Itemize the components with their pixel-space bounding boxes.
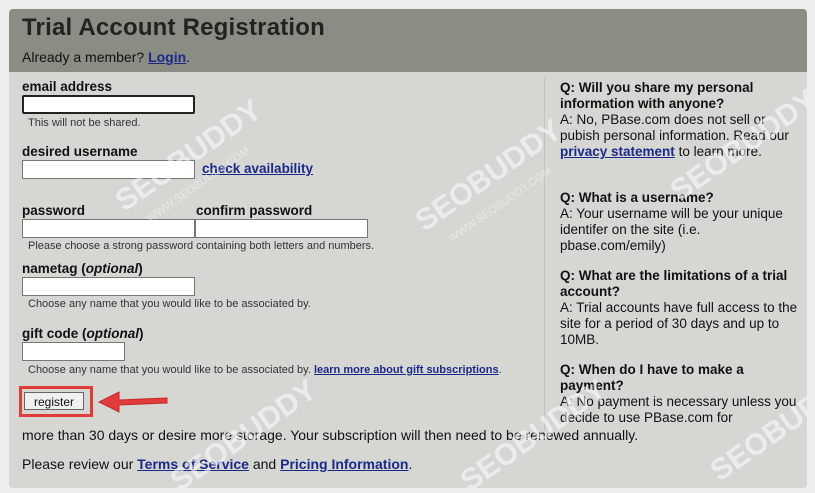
page-header: Trial Account Registration Already a mem… (9, 9, 807, 72)
faq-answer-text: A: No, PBase.com does not sell or pubish… (560, 112, 789, 143)
login-link[interactable]: Login (148, 49, 186, 65)
password-label: password (22, 203, 86, 218)
password-hint: Please choose a strong password containi… (28, 240, 375, 252)
faq-item-privacy: Q: Will you share my personal informatio… (560, 80, 800, 160)
faq-item-limitations: Q: What are the limitations of a trial a… (560, 268, 800, 348)
faq-question: Q: When do I have to make a payment? (560, 362, 744, 393)
member-line: Already a member? Login. (22, 49, 190, 65)
register-button[interactable]: register (24, 392, 84, 410)
confirm-password-label: confirm password (196, 203, 313, 218)
nametag-label: nametag (optional) (22, 261, 143, 276)
email-input[interactable] (22, 95, 195, 114)
nametag-hint: Choose any name that you would like to b… (28, 298, 311, 310)
giftcode-hint-line: Choose any name that you would like to b… (28, 364, 502, 376)
email-hint: This will not be shared. (28, 117, 141, 129)
check-availability-link[interactable]: check availability (202, 161, 313, 176)
member-prefix: Already a member? (22, 49, 145, 65)
faq-answer: A: No, PBase.com does not sell or pubish… (560, 112, 800, 160)
password-input[interactable] (22, 219, 195, 238)
faq-answer-suffix: to learn more. (674, 144, 762, 159)
page-title: Trial Account Registration (22, 14, 326, 41)
giftcode-label-text: gift code (22, 326, 79, 341)
faq-item-payment: Q: When do I have to make a payment? A: … (560, 362, 800, 426)
review-end: . (408, 456, 413, 472)
giftcode-optional: optional (86, 326, 140, 341)
member-suffix: . (186, 49, 191, 65)
faq-question: Q: Will you share my personal informatio… (560, 80, 754, 111)
review-line: Please review our Terms of Service and P… (22, 456, 412, 472)
registration-panel: Trial Account Registration Already a mem… (9, 9, 807, 488)
email-label: email address (22, 79, 113, 94)
faq-answer: A: No payment is necessary unless you de… (560, 394, 797, 425)
username-label: desired username (22, 144, 138, 159)
red-arrow-icon (97, 391, 168, 413)
payment-continuation: more than 30 days or desire more storage… (22, 427, 639, 443)
confirm-password-input[interactable] (195, 219, 368, 238)
faq-answer: A: Trial accounts have full access to th… (560, 300, 798, 347)
column-divider (544, 77, 545, 430)
giftcode-input[interactable] (22, 342, 125, 361)
faq-answer: A: Your username will be your unique ide… (560, 206, 783, 253)
username-input[interactable] (22, 160, 195, 179)
pricing-information-link[interactable]: Pricing Information (280, 456, 408, 472)
giftcode-label: gift code (optional) (22, 326, 144, 341)
giftcode-hint: Choose any name that you would like to b… (28, 364, 311, 376)
nametag-label-text: nametag (22, 261, 78, 276)
faq-item-username: Q: What is a username? A: Your username … (560, 190, 800, 254)
terms-of-service-link[interactable]: Terms of Service (137, 456, 249, 472)
nametag-optional: optional (85, 261, 139, 276)
review-and: and (248, 456, 281, 472)
watermark-site: WWW.SEOBUDDY.COM (446, 164, 554, 246)
nametag-input[interactable] (22, 277, 195, 296)
faq-question: Q: What is a username? (560, 190, 714, 205)
review-prefix: Please review our (22, 456, 138, 472)
gift-subscriptions-link[interactable]: learn more about gift subscriptions (314, 364, 499, 376)
privacy-statement-link[interactable]: privacy statement (560, 144, 675, 159)
faq-question: Q: What are the limitations of a trial a… (560, 268, 788, 299)
